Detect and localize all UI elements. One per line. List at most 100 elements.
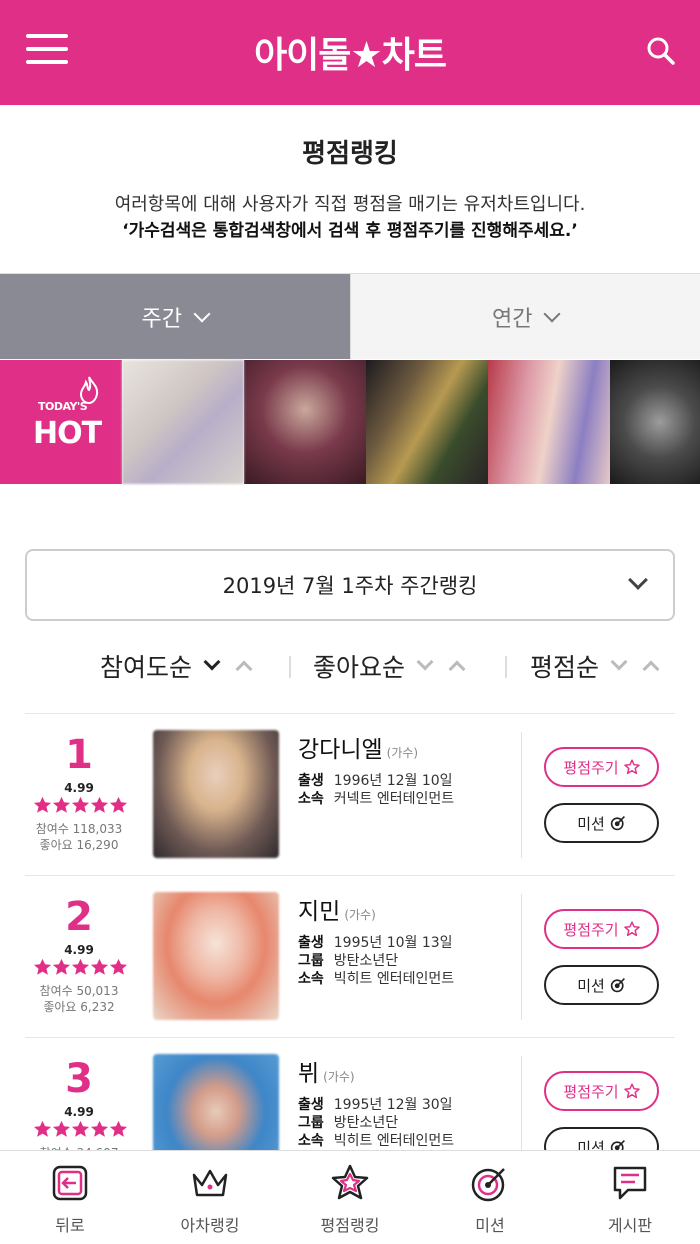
rate-button-label: 평점주기: [563, 758, 619, 777]
mission-button-label: 미션: [577, 814, 605, 833]
tab-weekly[interactable]: 주간: [0, 274, 350, 359]
sort-desc-icon[interactable]: [416, 653, 434, 671]
info-line: 소속 빅히트 엔터테인먼트: [298, 1130, 454, 1150]
nav-label: 뒤로: [55, 1216, 85, 1235]
chat-icon: [613, 1166, 647, 1200]
artist-type: (가수): [323, 1070, 355, 1084]
sort-asc-icon[interactable]: [448, 660, 466, 678]
tab-yearly[interactable]: 연간: [349, 274, 700, 359]
hot-big-label: HOT: [33, 416, 102, 451]
info-value: 빅히트 엔터테인먼트: [333, 971, 455, 987]
artist-name[interactable]: 뷔 (가수): [298, 1054, 355, 1088]
info-value: 커넥트 엔터테인먼트: [333, 791, 455, 807]
sort-asc-icon[interactable]: [235, 660, 253, 678]
page-notice: ‘가수검색은 통합검색창에서 검색 후 평점주기를 진행해주세요.’: [122, 221, 578, 241]
star-filled-icon: [90, 1120, 108, 1137]
rating-score: 4.99: [64, 943, 94, 957]
sort-label: 평점순: [530, 653, 600, 682]
todays-hot-strip: TODAY'S HOT: [0, 360, 700, 484]
like-count: 좋아요 6,232: [43, 1000, 115, 1014]
info-value: 1996년 12월 10일: [333, 773, 453, 789]
rating-score: 4.99: [64, 1105, 94, 1119]
sort-participation[interactable]: 참여도순: [100, 648, 253, 684]
artist-name-text: 뷔: [298, 1061, 320, 1087]
info-line: 출생 1996년 12월 10일: [298, 770, 453, 790]
mission-button-label: 미션: [577, 976, 605, 995]
rate-button-label: 평점주기: [563, 920, 619, 939]
hot-thumbnail[interactable]: [122, 360, 244, 484]
nav-board[interactable]: 게시판: [560, 1151, 700, 1244]
bottom-navigation: 뒤로 아차랭킹 평점랭킹 미션 게시판: [0, 1150, 700, 1244]
chevron-down-icon: [628, 570, 648, 590]
week-select-dropdown[interactable]: 2019년 7월 1주차 주간랭킹: [25, 549, 675, 621]
nav-mission[interactable]: 미션: [420, 1151, 560, 1244]
star-filled-icon: [71, 796, 89, 813]
divider: [289, 656, 291, 678]
participant-count: 참여수 50,013: [39, 984, 119, 998]
rate-button-label: 평점주기: [563, 1082, 619, 1101]
page-description: 여러항목에 대해 사용자가 직접 평점을 매기는 유저차트입니다.: [114, 194, 586, 215]
star-filled-icon: [109, 1120, 127, 1137]
hot-thumbnail[interactable]: [610, 360, 700, 484]
info-key: 소속: [298, 971, 324, 987]
info-key: 출생: [298, 773, 324, 789]
info-value: 방탄소년단: [333, 953, 399, 969]
artist-name-text: 지민: [298, 899, 341, 925]
artist-name[interactable]: 강다니엘 (가수): [298, 730, 418, 764]
sort-desc-icon[interactable]: [203, 653, 221, 671]
rating-score: 4.99: [64, 781, 94, 795]
nav-label: 평점랭킹: [320, 1216, 380, 1235]
artist-type: (가수): [386, 746, 419, 760]
nav-idol-ranking[interactable]: 아차랭킹: [140, 1151, 280, 1244]
sort-label: 참여도순: [100, 653, 193, 682]
star-filled-icon: [52, 796, 70, 813]
artist-photo[interactable]: [153, 892, 279, 1020]
info-line: 출생 1995년 10월 13일: [298, 932, 453, 952]
artist-photo[interactable]: [153, 730, 279, 858]
artist-type: (가수): [344, 908, 376, 922]
rating-stars: [32, 796, 128, 814]
artist-name[interactable]: 지민 (가수): [298, 892, 376, 926]
ranking-row: 2 4.99 참여수 50,013 좋아요 6,232 지민 (가수) 출생 199…: [25, 875, 675, 1037]
app-logo[interactable]: 아이돌★차트: [0, 26, 700, 78]
info-value: 1995년 10월 13일: [333, 935, 453, 951]
info-line: 출생 1995년 12월 30일: [298, 1094, 453, 1114]
like-count: 좋아요 16,290: [39, 838, 119, 852]
rate-button[interactable]: 평점주기: [544, 747, 659, 787]
info-key: 출생: [298, 1097, 324, 1113]
crown-icon: [192, 1169, 228, 1197]
back-icon: [52, 1165, 88, 1201]
hot-thumbnail[interactable]: [366, 360, 488, 484]
week-select-value: 2019년 7월 1주차 주간랭킹: [222, 574, 478, 598]
star-icon: [331, 1164, 369, 1200]
hot-thumbnail[interactable]: [488, 360, 610, 484]
nav-back[interactable]: 뒤로: [0, 1151, 140, 1244]
sort-rating[interactable]: 평점순: [530, 648, 660, 684]
hot-thumbnail[interactable]: [244, 360, 366, 484]
star-filled-icon: [71, 1120, 89, 1137]
rating-stars: [32, 958, 128, 976]
star-filled-icon: [33, 958, 51, 975]
sort-likes[interactable]: 좋아요순: [313, 648, 466, 684]
chevron-down-icon: [193, 305, 211, 322]
star-filled-icon: [52, 958, 70, 975]
rate-button[interactable]: 평점주기: [544, 909, 659, 949]
star-filled-icon: [33, 1120, 51, 1137]
info-line: 그룹 방탄소년단: [298, 1112, 398, 1132]
search-icon[interactable]: [646, 36, 676, 66]
sort-asc-icon[interactable]: [642, 660, 660, 678]
tab-label: 주간: [141, 306, 182, 332]
tab-label: 연간: [492, 306, 533, 332]
mission-button[interactable]: 미션: [544, 803, 659, 843]
info-line: 소속 커넥트 엔터테인먼트: [298, 788, 454, 808]
info-key: 출생: [298, 935, 324, 951]
sort-label: 좋아요순: [313, 653, 406, 682]
divider: [505, 656, 507, 678]
period-tabs: 주간 연간: [0, 273, 700, 359]
participant-count: 참여수 118,033: [35, 822, 123, 836]
info-key: 그룹: [298, 1115, 324, 1131]
sort-desc-icon[interactable]: [610, 653, 628, 671]
nav-rating-ranking[interactable]: 평점랭킹: [280, 1151, 420, 1244]
rate-button[interactable]: 평점주기: [544, 1071, 659, 1111]
mission-button[interactable]: 미션: [544, 965, 659, 1005]
